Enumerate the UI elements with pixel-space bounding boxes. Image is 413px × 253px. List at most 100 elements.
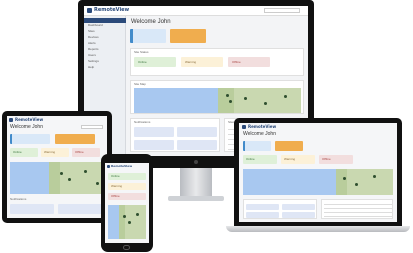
laptop: RemoteView Welcome John Online Warning O… [226,118,410,236]
status-card-warning-label: Warning [111,184,123,188]
logo-icon [242,125,246,129]
map-pin[interactable] [123,215,126,218]
notifications-panel [243,199,317,219]
summary-card-blue[interactable] [130,29,166,43]
sidebar-item-dashboard[interactable]: Dashboard [88,24,103,27]
status-card-online-label: Online [138,60,147,64]
map-pin[interactable] [244,97,247,100]
status-card-online[interactable]: Online [134,57,176,67]
status-card-online[interactable]: Online [108,173,146,180]
summary-card-blue[interactable] [10,134,50,144]
sidebar-item-devices[interactable]: Devices [88,36,99,39]
map-pin[interactable] [229,100,232,103]
phone: RemoteView Online Warning Offline [101,154,153,252]
sidebar-item-alerts[interactable]: Alerts [88,42,96,45]
search-input[interactable] [81,125,103,129]
site-status-panel: Site Status Online Warning Offline [130,48,304,76]
notifications-title: Notifications [10,197,27,201]
search-input[interactable] [264,8,300,13]
phone-screen: RemoteView Online Warning Offline [105,163,149,243]
sidebar-item-sites[interactable]: Sites [88,30,95,33]
status-card-offline-label: Offline [232,60,241,64]
table-row[interactable] [324,216,392,217]
sidebar-item-help[interactable]: Help [88,66,94,69]
page-title: Welcome John [131,19,171,25]
notification-card[interactable] [10,204,54,214]
logo-icon [107,165,110,168]
tablet: RemoteView Welcome John Online Warning O… [2,111,112,223]
summary-card-orange[interactable] [170,29,206,43]
logo-icon [9,118,13,122]
table-row[interactable] [324,208,392,209]
status-card-warning[interactable]: Warning [181,57,223,67]
map-pin[interactable] [373,175,376,178]
map-pin[interactable] [226,94,229,97]
sidebar-item-users[interactable]: Users [88,54,96,57]
site-map[interactable] [134,88,301,113]
status-card-online[interactable]: Online [10,148,38,157]
notification-card[interactable] [58,204,102,214]
phone-home-button[interactable] [123,245,130,250]
map-pin[interactable] [60,172,63,175]
map-pin[interactable] [355,183,358,186]
laptop-base [226,226,410,232]
sidebar-item-settings[interactable]: Settings [88,60,99,63]
monitor-logo [194,160,198,164]
notification-card[interactable] [177,140,217,150]
status-card-offline[interactable]: Offline [228,57,270,67]
map-pin[interactable] [128,221,131,224]
map-title: Site Map [134,82,146,86]
map-pin[interactable] [343,177,346,180]
notification-card[interactable] [134,127,174,137]
notification-card[interactable] [134,140,174,150]
summary-card-blue[interactable] [243,141,271,151]
status-card-online[interactable]: Online [243,155,277,164]
map-pin[interactable] [96,182,99,185]
status-card-warning[interactable]: Warning [108,183,146,190]
notification-card[interactable] [246,212,279,218]
status-card-offline-label: Offline [322,157,331,161]
summary-card-orange[interactable] [275,141,303,151]
status-card-offline-label: Offline [111,194,120,198]
sidebar-item-reports[interactable]: Reports [88,48,99,51]
table-row[interactable] [324,204,392,205]
status-card-online-label: Online [13,150,22,154]
status-card-offline[interactable]: Offline [319,155,353,164]
status-card-offline-label: Offline [75,150,84,154]
status-card-offline[interactable]: Offline [108,193,146,200]
monitor-foot [168,196,224,201]
map-panel: Site Map [130,80,304,114]
map-pin[interactable] [136,213,139,216]
status-card-warning[interactable]: Warning [41,148,69,157]
status-card-warning-label: Warning [185,60,197,64]
site-map[interactable] [243,169,393,195]
top-bar: RemoteView [84,6,308,16]
status-card-offline[interactable]: Offline [72,148,100,157]
notification-card[interactable] [282,212,315,218]
map-pin[interactable] [68,178,71,181]
map-pin[interactable] [284,95,287,98]
map-pin[interactable] [84,170,87,173]
status-card-online-label: Online [111,174,120,178]
brand-name: RemoteView [111,164,133,168]
monitor-neck [180,168,212,198]
page-title: Welcome John [243,131,276,137]
notification-card[interactable] [246,204,279,210]
notifications-title: Notifications [134,120,151,124]
notifications-panel: Notifications [130,118,220,152]
summary-card-orange[interactable] [55,134,95,144]
status-card-warning[interactable]: Warning [281,155,315,164]
status-card-warning-label: Warning [284,157,296,161]
tablet-screen: RemoteView Welcome John Online Warning O… [7,116,107,218]
brand-name: RemoteView [15,117,44,122]
table-row[interactable] [324,212,392,213]
map-pin[interactable] [264,102,267,105]
status-card-online-label: Online [246,157,255,161]
notification-card[interactable] [282,204,315,210]
site-map[interactable] [10,162,104,194]
brand-name: RemoteView [94,7,130,13]
site-status-title: Site Status [134,50,149,54]
sites-table-panel [321,199,393,219]
notification-card[interactable] [177,127,217,137]
site-map[interactable] [108,205,146,239]
